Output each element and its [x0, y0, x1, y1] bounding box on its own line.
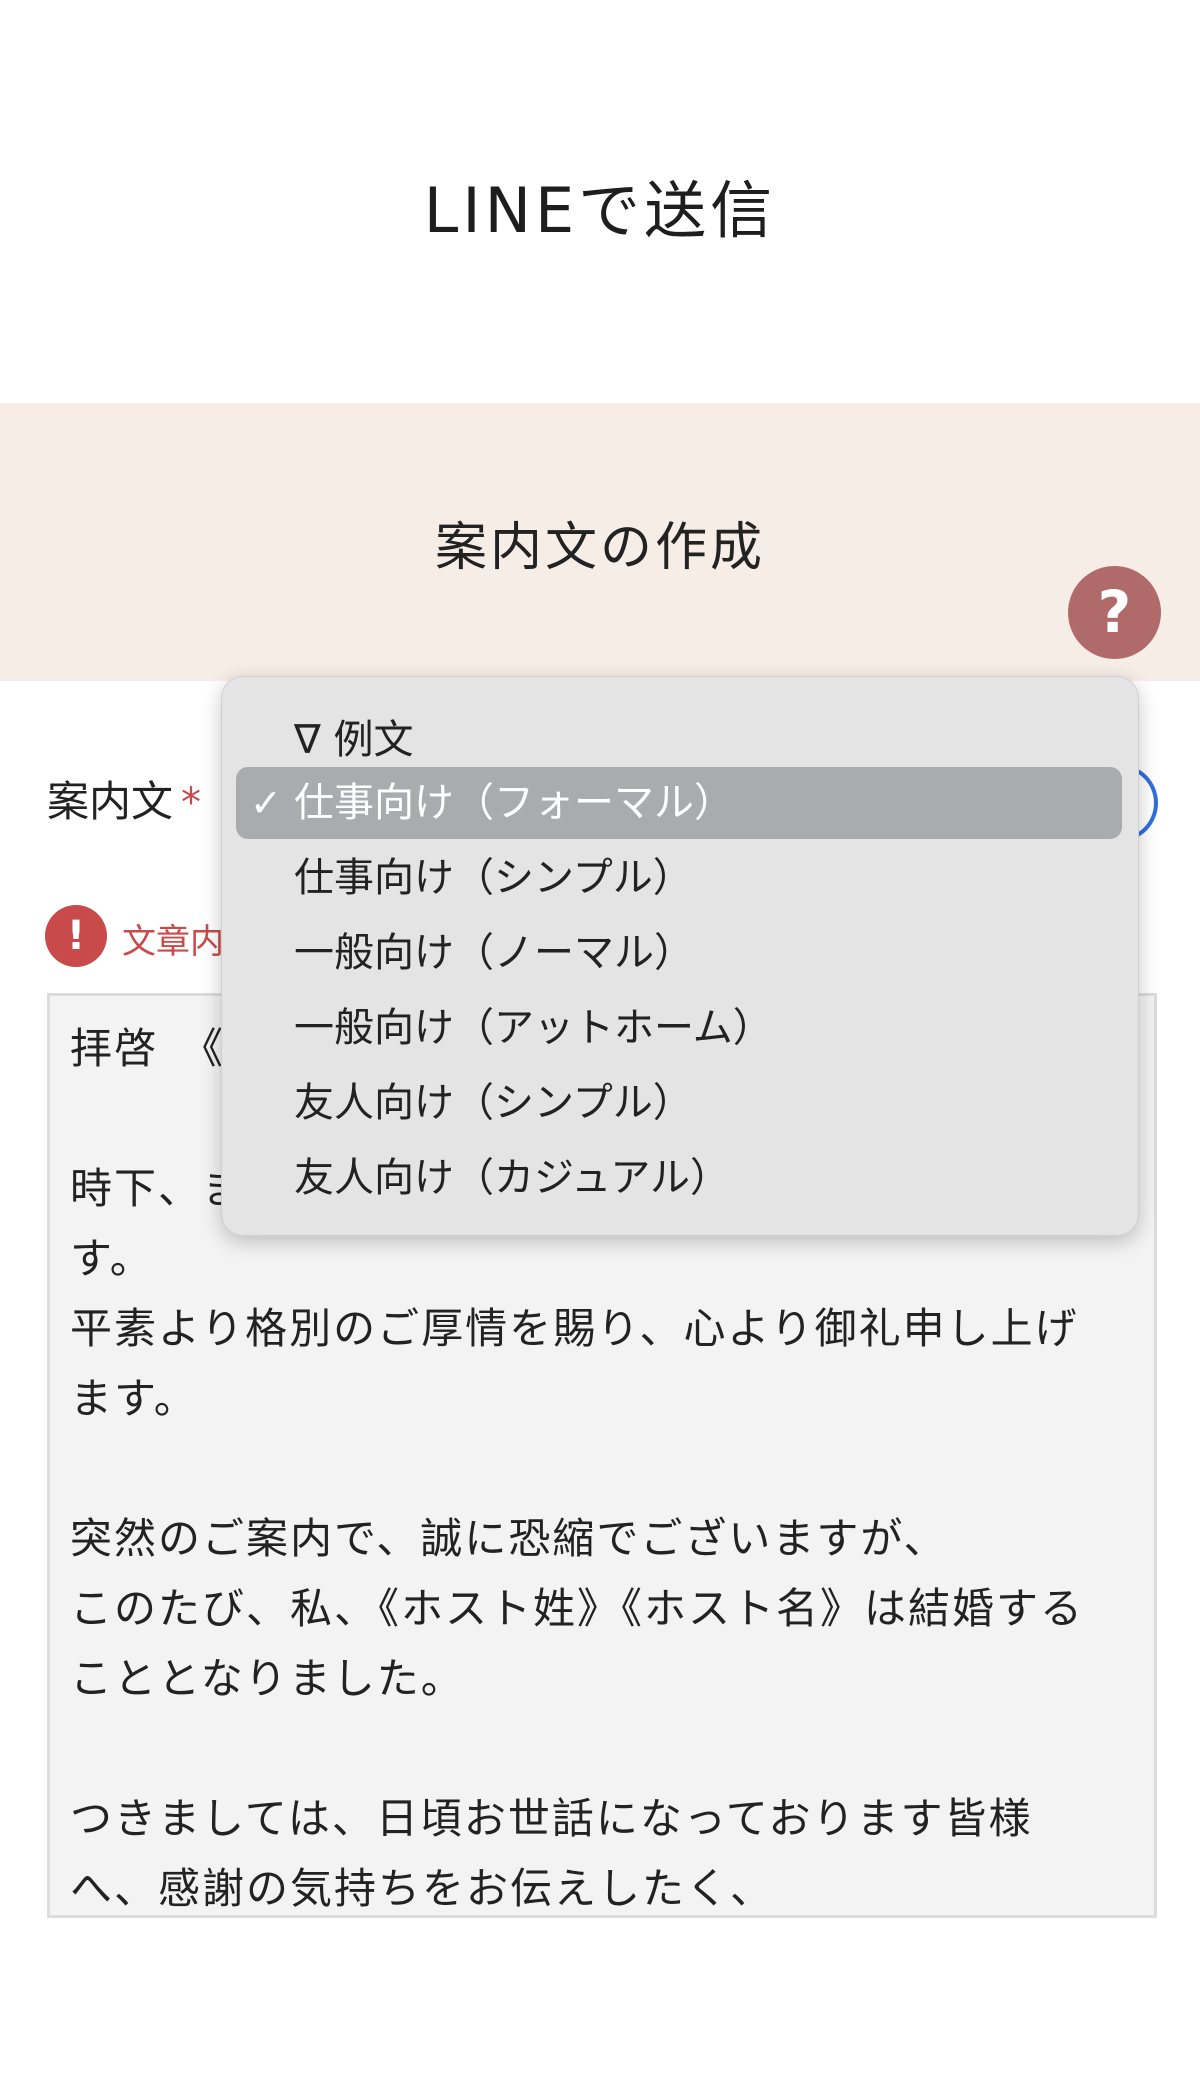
section-header: 案内文の作成 [0, 403, 1200, 681]
question-icon: ? [1097, 578, 1132, 646]
required-mark: * [181, 780, 202, 826]
page-title: LINEで送信 [423, 174, 777, 247]
dropdown-option[interactable]: ✓ 仕事向け（フォーマル） [236, 767, 1122, 839]
section-title: 案内文の作成 [434, 518, 765, 578]
field-label-text: 案内文 [47, 777, 174, 826]
dropdown-option-label: 仕事向け（フォーマル） [294, 780, 734, 826]
dropdown-option[interactable]: 仕事向け（シンプル） [236, 842, 1122, 914]
help-button[interactable]: ? [1068, 566, 1161, 659]
dropdown-option-label: 一般向け（アットホーム） [294, 1005, 773, 1051]
dropdown-option-label: 一般向け（ノーマル） [294, 930, 694, 976]
dropdown-option-label: 友人向け（カジュアル） [294, 1155, 730, 1201]
dropdown-option[interactable]: 友人向け（シンプル） [236, 1067, 1122, 1139]
error-icon: ! [45, 905, 107, 967]
dropdown-group-label: ∇ 例文 [294, 717, 414, 763]
message-field-label: 案内文 * [47, 768, 201, 829]
dropdown-option[interactable]: 友人向け（カジュアル） [236, 1142, 1122, 1214]
checkmark-icon: ✓ [250, 781, 282, 825]
template-dropdown-menu: ∇ 例文 ✓ 仕事向け（フォーマル） 仕事向け（シンプル） 一般向け（ノーマル） 一般向… [221, 676, 1139, 1236]
dropdown-option[interactable]: 一般向け（アットホーム） [236, 992, 1122, 1064]
dropdown-option-label: 仕事向け（シンプル） [294, 855, 693, 901]
dropdown-option[interactable]: 一般向け（ノーマル） [236, 917, 1122, 989]
dropdown-option-label: 友人向け（シンプル） [294, 1080, 693, 1126]
